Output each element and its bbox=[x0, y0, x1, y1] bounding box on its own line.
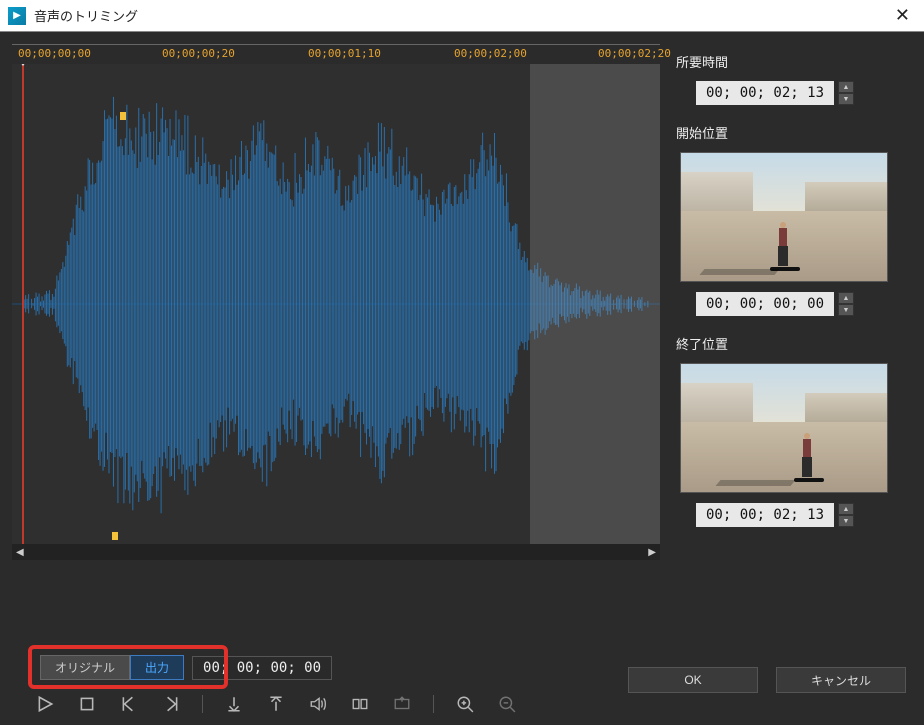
bottom-bar: オリジナル 出力 00; 00; 00; 00 bbox=[0, 635, 924, 725]
duration-value[interactable]: 00; 00; 02; 13 bbox=[696, 81, 834, 105]
end-value[interactable]: 00; 00; 02; 13 bbox=[696, 503, 834, 527]
window-title: 音声のトリミング bbox=[34, 6, 889, 25]
properties-panel: 所要時間 00; 00; 02; 13 ▲ ▼ 開始位置 00; 00; 00;… bbox=[660, 32, 924, 632]
playback-toolbar bbox=[34, 693, 518, 715]
zoom-in-button[interactable] bbox=[454, 693, 476, 715]
ruler-label: 00;00;00;00 bbox=[18, 47, 91, 60]
dialog-buttons: OK キャンセル bbox=[628, 667, 906, 693]
playback-timecode[interactable]: 00; 00; 00; 00 bbox=[192, 656, 332, 680]
prev-frame-button[interactable] bbox=[118, 693, 140, 715]
stop-icon bbox=[78, 695, 96, 713]
titlebar: ▶ 音声のトリミング ✕ bbox=[0, 0, 924, 32]
waveform-panel: 00;00;00;00 00;00;00;20 00;00;01;10 00;0… bbox=[0, 32, 660, 632]
toolbar-separator bbox=[202, 695, 203, 713]
scroll-right-icon[interactable]: ▶ bbox=[648, 547, 656, 558]
step-down-icon[interactable]: ▼ bbox=[838, 515, 854, 527]
start-row: 00; 00; 00; 00 ▲ ▼ bbox=[676, 292, 908, 316]
toolbar-separator bbox=[433, 695, 434, 713]
cancel-button[interactable]: キャンセル bbox=[776, 667, 906, 693]
step-up-icon[interactable]: ▲ bbox=[838, 292, 854, 304]
split-icon bbox=[351, 695, 369, 713]
waveform-viewport[interactable] bbox=[12, 64, 660, 544]
start-thumbnail[interactable] bbox=[680, 152, 888, 282]
export-button[interactable] bbox=[391, 693, 413, 715]
zoom-out-icon bbox=[498, 695, 516, 713]
volume-button[interactable] bbox=[307, 693, 329, 715]
start-stepper: ▲ ▼ bbox=[838, 292, 854, 316]
start-value[interactable]: 00; 00; 00; 00 bbox=[696, 292, 834, 316]
volume-icon bbox=[309, 695, 327, 713]
time-ruler[interactable]: 00;00;00;00 00;00;00;20 00;00;01;10 00;0… bbox=[12, 44, 660, 64]
step-down-icon[interactable]: ▼ bbox=[838, 93, 854, 105]
split-button[interactable] bbox=[349, 693, 371, 715]
mark-out-button[interactable] bbox=[265, 693, 287, 715]
tab-original[interactable]: オリジナル bbox=[40, 655, 130, 680]
prev-frame-icon bbox=[120, 695, 138, 713]
end-thumbnail[interactable] bbox=[680, 363, 888, 493]
stop-button[interactable] bbox=[76, 693, 98, 715]
horizontal-scrollbar[interactable]: ◀ ▶ bbox=[12, 544, 660, 560]
export-icon bbox=[393, 695, 411, 713]
trimmed-region bbox=[530, 64, 660, 544]
close-icon[interactable]: ✕ bbox=[889, 5, 916, 26]
preview-tabs: オリジナル 出力 00; 00; 00; 00 bbox=[40, 655, 332, 680]
end-row: 00; 00; 02; 13 ▲ ▼ bbox=[676, 503, 908, 527]
start-label: 開始位置 bbox=[676, 123, 908, 142]
next-frame-button[interactable] bbox=[160, 693, 182, 715]
mark-in-icon bbox=[225, 695, 243, 713]
zoom-out-button[interactable] bbox=[496, 693, 518, 715]
next-frame-icon bbox=[162, 695, 180, 713]
zoom-in-icon bbox=[456, 695, 474, 713]
play-icon bbox=[36, 695, 54, 713]
play-button[interactable] bbox=[34, 693, 56, 715]
tab-output[interactable]: 出力 bbox=[130, 655, 184, 680]
duration-label: 所要時間 bbox=[676, 52, 908, 71]
end-stepper: ▲ ▼ bbox=[838, 503, 854, 527]
step-up-icon[interactable]: ▲ bbox=[838, 503, 854, 515]
ruler-label: 00;00;01;10 bbox=[308, 47, 381, 60]
ruler-label: 00;00;02;00 bbox=[454, 47, 527, 60]
end-label: 終了位置 bbox=[676, 334, 908, 353]
duration-row: 00; 00; 02; 13 ▲ ▼ bbox=[676, 81, 908, 105]
ruler-label: 00;00;02;20 bbox=[598, 47, 671, 60]
playhead[interactable] bbox=[22, 64, 24, 544]
app-icon: ▶ bbox=[8, 7, 26, 25]
main-content: 00;00;00;00 00;00;00;20 00;00;01;10 00;0… bbox=[0, 32, 924, 632]
step-up-icon[interactable]: ▲ bbox=[838, 81, 854, 93]
scroll-left-icon[interactable]: ◀ bbox=[16, 547, 24, 558]
mark-in-button[interactable] bbox=[223, 693, 245, 715]
ruler-label: 00;00;00;20 bbox=[162, 47, 235, 60]
ok-button[interactable]: OK bbox=[628, 667, 758, 693]
step-down-icon[interactable]: ▼ bbox=[838, 304, 854, 316]
mark-out-icon bbox=[267, 695, 285, 713]
duration-stepper: ▲ ▼ bbox=[838, 81, 854, 105]
